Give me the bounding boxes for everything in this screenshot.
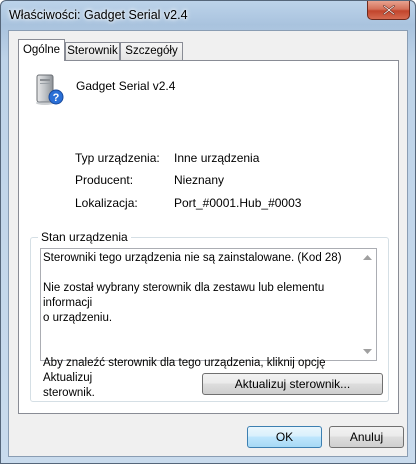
cancel-button[interactable]: Anuluj [329, 426, 404, 448]
window-title: Właściwości: Gadget Serial v2.4 [9, 8, 188, 22]
title-bar[interactable]: Właściwości: Gadget Serial v2.4 [1, 1, 415, 29]
general-tab-panel: ? Gadget Serial v2.4 Typ urządzenia: Inn… [18, 60, 399, 414]
scroll-down-icon[interactable] [363, 349, 372, 354]
tab-details[interactable]: Szczegóły [120, 42, 183, 60]
device-status-group-title: Stan urządzenia [38, 230, 131, 244]
scroll-up-icon[interactable] [363, 255, 372, 260]
device-type-value: Inne urządzenia [174, 151, 260, 165]
usb-device-question-icon: ? [33, 73, 65, 107]
device-status-group: Stan urządzenia Sterowniki tego urządzen… [30, 230, 389, 402]
manufacturer-label: Producent: [75, 173, 134, 187]
device-status-textbox[interactable]: Sterowniki tego urządzenia nie są zainst… [40, 248, 377, 399]
properties-dialog: Właściwości: Gadget Serial v2.4 Ogólne S… [0, 0, 416, 464]
close-button[interactable] [367, 1, 410, 20]
update-driver-button[interactable]: Aktualizuj sterownik... [202, 373, 383, 395]
status-scrollbar[interactable] [359, 249, 376, 360]
device-type-label: Typ urządzenia: [75, 151, 160, 165]
manufacturer-value: Nieznany [174, 173, 225, 187]
location-label: Lokalizacja: [75, 196, 138, 210]
ok-button[interactable]: OK [247, 426, 322, 448]
dialog-client-area: Ogólne Sterownik Szczegóły ? Gadget Seri… [8, 30, 408, 457]
tab-driver[interactable]: Sterownik [65, 42, 120, 60]
location-value: Port_#0001.Hub_#0003 [174, 196, 302, 210]
tab-general[interactable]: Ogólne [18, 39, 65, 61]
close-icon [382, 5, 395, 15]
device-name: Gadget Serial v2.4 [76, 79, 176, 93]
svg-text:?: ? [53, 92, 60, 104]
